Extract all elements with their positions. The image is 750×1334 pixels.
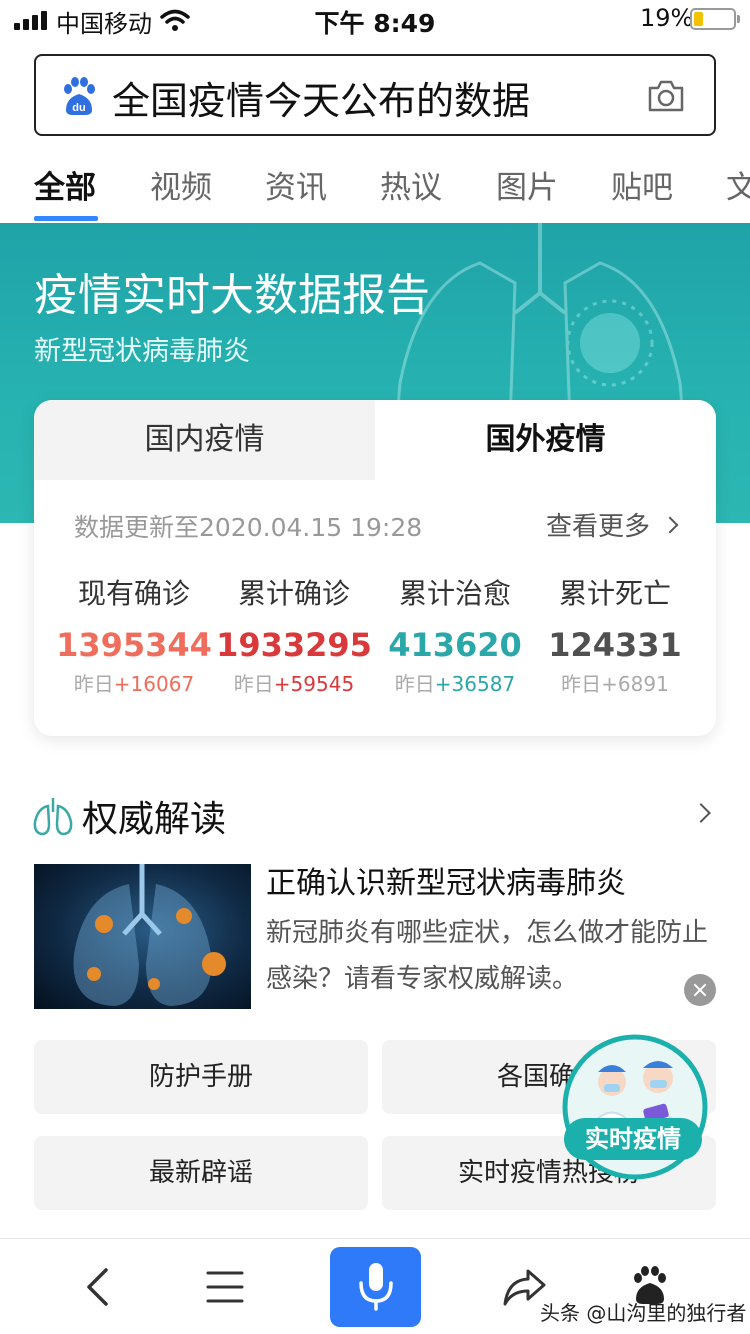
search-input[interactable]: du 全国疫情今天公布的数据 <box>34 54 716 136</box>
chevron-right-icon[interactable] <box>691 803 711 823</box>
stat-value: 413620 <box>388 626 522 664</box>
stat-total-confirmed: 累计确诊 1933295 昨日+59545 <box>209 572 379 697</box>
delta-prefix: 昨日 <box>73 672 114 696</box>
tab-discussion[interactable]: 热议 <box>380 162 442 207</box>
epidemic-data-card: 国内疫情 国外疫情 数据更新至2020.04.15 19:28 查看更多 现有确… <box>34 400 716 736</box>
view-more-label: 查看更多 <box>545 512 650 542</box>
lungs-icon <box>33 798 73 836</box>
close-icon[interactable] <box>684 974 716 1006</box>
tab-video[interactable]: 视频 <box>150 162 212 207</box>
stat-delta: 昨日+59545 <box>209 668 379 697</box>
bottom-toolbar: 头条 @山沟里的独行者 <box>0 1238 750 1334</box>
stat-delta: 昨日+16067 <box>49 668 219 697</box>
delta-prefix: 昨日 <box>394 672 435 696</box>
chevron-right-icon <box>661 516 679 533</box>
stat-current-confirmed: 现有确诊 1395344 昨日+16067 <box>49 572 219 697</box>
tab-all[interactable]: 全部 <box>34 162 96 207</box>
stat-label: 累计确诊 <box>237 577 350 610</box>
banner-title: 疫情实时大数据报告 <box>34 270 430 321</box>
stat-label: 现有确诊 <box>77 577 190 610</box>
search-tabs: 全部 视频 资讯 热议 图片 贴吧 文 <box>0 150 750 222</box>
view-more-link[interactable]: 查看更多 <box>545 506 679 543</box>
battery-percent: 19% <box>640 4 694 32</box>
svg-text:du: du <box>72 102 85 114</box>
delta-value: +59545 <box>273 672 355 696</box>
delta-value: +6891 <box>601 672 669 696</box>
delta-value: +16067 <box>113 672 195 696</box>
delta-value: +36587 <box>434 672 516 696</box>
back-icon[interactable] <box>84 1267 112 1307</box>
camera-icon[interactable] <box>646 78 686 114</box>
tab-foreign-epidemic[interactable]: 国外疫情 <box>375 400 716 480</box>
tab-tieba[interactable]: 贴吧 <box>611 162 673 207</box>
lungs-virus-image <box>73 864 226 1006</box>
tab-images[interactable]: 图片 <box>496 162 558 207</box>
stat-total-deaths: 累计死亡 124331 昨日+6891 <box>530 572 700 697</box>
watermark-text: 头条 @山沟里的独行者 <box>540 1301 747 1325</box>
realtime-epidemic-label[interactable]: 实时疫情 <box>564 1118 702 1160</box>
banner-subtitle: 新型冠状病毒肺炎 <box>34 336 250 367</box>
article-title[interactable]: 正确认识新型冠状病毒肺炎 <box>266 858 626 902</box>
stat-value: 1933295 <box>216 626 372 664</box>
article-thumbnail[interactable] <box>34 864 251 1009</box>
baidu-paw-icon: du <box>64 77 95 115</box>
stat-value: 124331 <box>548 626 682 664</box>
latest-rumor-button[interactable]: 最新辟谣 <box>34 1136 368 1210</box>
voice-search-button[interactable] <box>330 1247 421 1327</box>
tab-news[interactable]: 资讯 <box>265 162 327 207</box>
protection-manual-button[interactable]: 防护手册 <box>34 1040 368 1114</box>
search-query-text: 全国疫情今天公布的数据 <box>112 79 531 123</box>
clock: 下午 8:49 <box>314 9 436 38</box>
battery-icon <box>690 8 740 30</box>
section-title: 权威解读 <box>82 799 227 840</box>
active-tab-indicator <box>34 216 98 221</box>
update-timestamp: 数据更新至2020.04.15 19:28 <box>74 513 423 542</box>
tab-docs[interactable]: 文 <box>726 162 750 207</box>
stat-value: 1395344 <box>56 626 212 664</box>
stat-delta: 昨日+6891 <box>530 668 700 697</box>
status-bar: 中国移动 下午 8:49 19% <box>0 0 750 40</box>
delta-prefix: 昨日 <box>233 672 274 696</box>
stat-total-recovered: 累计治愈 413620 昨日+36587 <box>370 572 540 697</box>
menu-icon[interactable] <box>206 1269 244 1305</box>
stat-label: 累计死亡 <box>558 577 671 610</box>
stat-label: 累计治愈 <box>398 577 511 610</box>
tab-domestic-epidemic[interactable]: 国内疫情 <box>34 400 375 480</box>
article-description: 新冠肺炎有哪些症状，怎么做才能防止感染？请看专家权威解读。 <box>266 918 709 994</box>
stat-delta: 昨日+36587 <box>370 668 540 697</box>
mic-icon <box>359 1263 393 1311</box>
delta-prefix: 昨日 <box>561 672 602 696</box>
